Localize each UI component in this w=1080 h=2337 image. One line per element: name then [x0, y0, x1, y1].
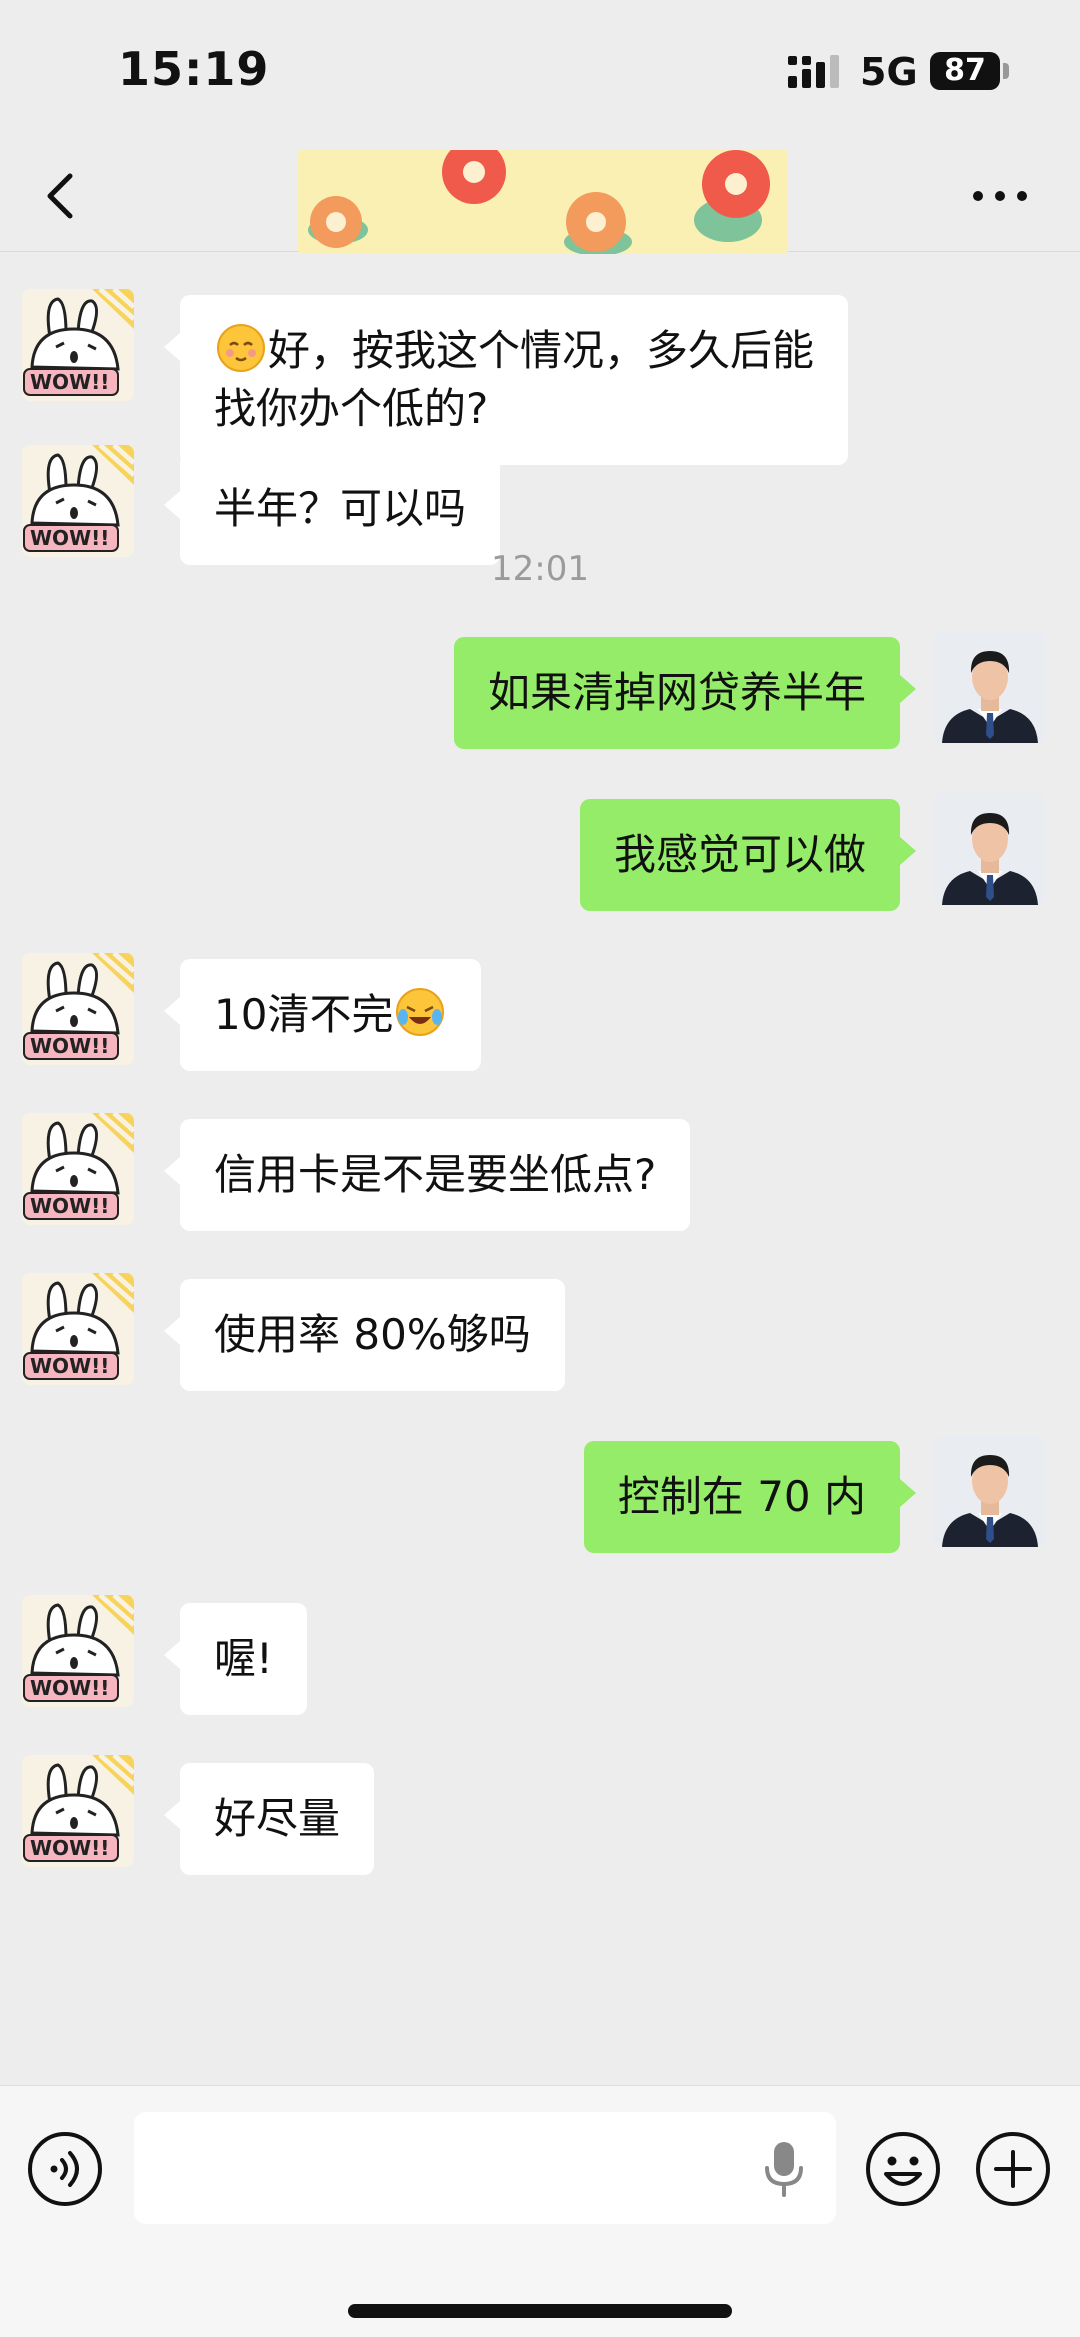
contact-avatar[interactable] — [22, 1273, 134, 1385]
contact-avatar[interactable] — [22, 953, 134, 1065]
status-time: 15:19 — [118, 42, 270, 96]
message-text: 10清不完 — [214, 990, 394, 1039]
chat-title-sticker[interactable] — [298, 150, 788, 254]
plus-icon[interactable] — [974, 2130, 1052, 2208]
ellipsis-icon[interactable] — [968, 174, 1032, 218]
contact-avatar[interactable] — [22, 1755, 134, 1867]
blush-emoji-icon — [217, 324, 265, 372]
message-bubble[interactable]: 好，按我这个情况，多久后能 找你办个低的? — [163, 295, 849, 465]
message-bubble[interactable]: 信用卡是不是要坐低点? — [163, 1119, 691, 1231]
chat-header — [0, 140, 1080, 254]
message-list[interactable]: 好，按我这个情况，多久后能 找你办个低的? 半年？可以吗 12:01 如果清掉网… — [0, 253, 1080, 2085]
message-bubble[interactable]: 控制在 70 内 — [583, 1441, 917, 1553]
crying-laughing-emoji-icon — [396, 988, 445, 1036]
message-text: 如果清掉网贷养半年 — [487, 668, 866, 717]
message-bubble[interactable]: 喔! — [164, 1603, 307, 1715]
contact-avatar[interactable] — [22, 1113, 134, 1225]
message-timestamp: 12:01 — [491, 549, 589, 589]
message-bubble[interactable]: 10清不完 — [163, 959, 482, 1071]
message-bubble[interactable]: 如果清掉网贷养半年 — [453, 637, 917, 749]
voice-mode-icon[interactable] — [26, 2130, 104, 2208]
chevron-left-icon[interactable] — [38, 166, 84, 226]
battery-tip — [1003, 63, 1009, 79]
microphone-icon[interactable] — [762, 2140, 806, 2198]
message-bubble[interactable]: 我感觉可以做 — [579, 799, 917, 911]
message-text: 使用率 80%够吗 — [214, 1310, 531, 1359]
message-text: 喔! — [214, 1634, 273, 1683]
network-type: 5G — [860, 50, 918, 94]
composer-bar — [0, 2085, 1080, 2337]
message-text: 信用卡是不是要坐低点? — [214, 1150, 657, 1199]
battery-indicator: 87 — [930, 52, 1000, 90]
my-avatar[interactable] — [934, 793, 1046, 905]
contact-avatar[interactable] — [22, 445, 134, 557]
signal-strength-icon — [788, 55, 839, 88]
message-text: 好尽量 — [214, 1794, 341, 1843]
home-indicator — [348, 2304, 732, 2318]
message-text: 我感觉可以做 — [613, 830, 866, 879]
smiley-icon[interactable] — [864, 2130, 942, 2208]
status-bar: 15:19 5G 87 — [0, 0, 1080, 140]
contact-avatar[interactable] — [22, 1595, 134, 1707]
my-avatar[interactable] — [934, 1435, 1046, 1547]
message-input[interactable] — [134, 2112, 836, 2224]
flower-pattern-image — [298, 150, 788, 254]
message-text: 好，按我这个情况，多久后能 找你办个低的? — [214, 326, 815, 433]
message-text: 控制在 70 内 — [617, 1472, 866, 1521]
message-bubble[interactable]: 好尽量 — [163, 1763, 375, 1875]
my-avatar[interactable] — [934, 631, 1046, 743]
message-bubble[interactable]: 使用率 80%够吗 — [164, 1279, 565, 1391]
contact-avatar[interactable] — [22, 289, 134, 401]
message-text: 半年？可以吗 — [214, 484, 467, 533]
